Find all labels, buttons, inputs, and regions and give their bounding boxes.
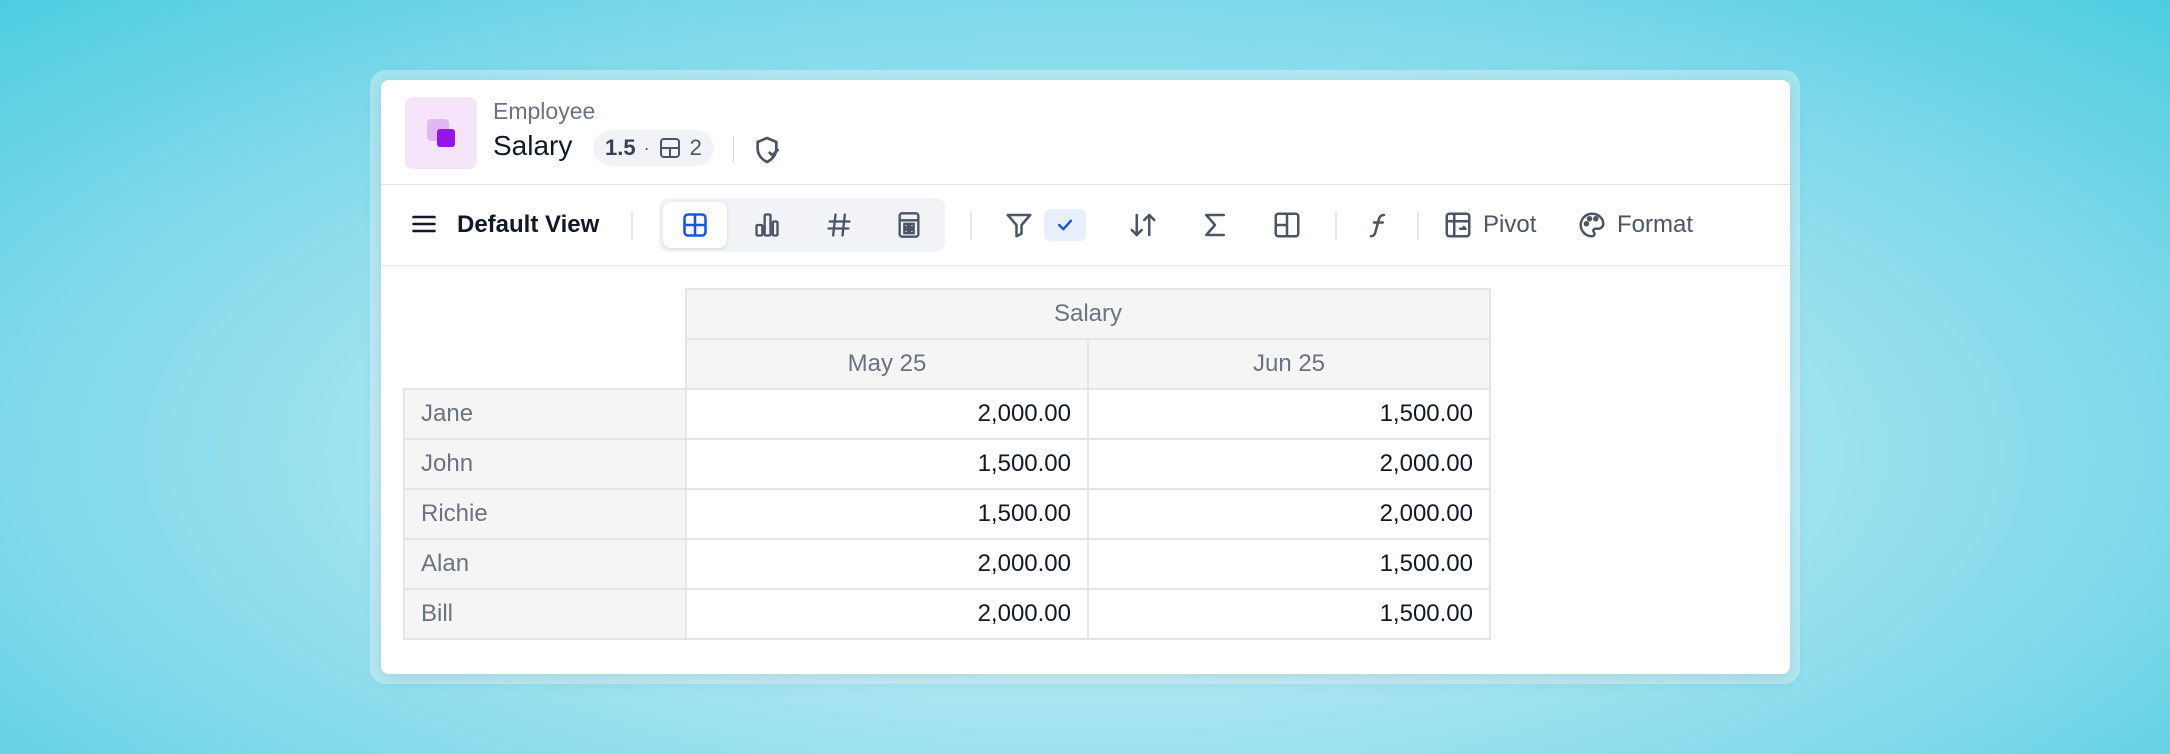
table-cell[interactable]: 1,500.00 — [1087, 588, 1491, 640]
report-card: Employee Salary 1.5 · 2 Default View Piv… — [381, 80, 1790, 674]
bar-chart-icon — [753, 211, 781, 239]
row-header[interactable]: John — [403, 438, 687, 490]
layout-button[interactable] — [1265, 203, 1309, 247]
calculator-icon — [895, 211, 923, 239]
sort-icon — [1128, 210, 1158, 240]
pivot-table-container: Salary May 25 Jun 25 Jane 2,000.00 1,500… — [403, 288, 1491, 640]
column-header[interactable]: May 25 — [685, 338, 1089, 390]
parent-breadcrumb[interactable]: Employee — [493, 98, 595, 125]
report-app-icon — [405, 97, 477, 169]
palette-icon — [1577, 210, 1607, 240]
sigma-icon — [1200, 210, 1230, 240]
page-title: Salary — [493, 130, 573, 161]
header-divider — [733, 136, 734, 162]
layout-icon — [1272, 210, 1302, 240]
toolbar-divider — [970, 212, 972, 240]
table-cell[interactable]: 2,000.00 — [685, 538, 1089, 590]
pivot-label: Pivot — [1483, 211, 1537, 238]
table-row: Richie 1,500.00 2,000.00 — [403, 488, 1491, 540]
row-header[interactable]: Alan — [403, 538, 687, 590]
function-icon — [1364, 210, 1394, 240]
pivot-icon — [1443, 210, 1473, 240]
table-view-button[interactable] — [663, 202, 727, 248]
filter-button[interactable] — [997, 203, 1041, 247]
hash-icon — [825, 211, 853, 239]
table-row: Alan 2,000.00 1,500.00 — [403, 538, 1491, 590]
column-header[interactable]: Jun 25 — [1087, 338, 1491, 390]
table-cell[interactable]: 1,500.00 — [685, 488, 1089, 540]
aggregate-button[interactable] — [1193, 203, 1237, 247]
filter-icon — [1004, 210, 1034, 240]
row-header[interactable]: Bill — [403, 588, 687, 640]
table-cell[interactable]: 2,000.00 — [685, 588, 1089, 640]
table-cell[interactable]: 1,500.00 — [1087, 538, 1491, 590]
formula-button[interactable] — [1357, 203, 1401, 247]
table-header-row: Salary — [404, 288, 1491, 390]
report-header: Employee Salary 1.5 · 2 — [381, 80, 1790, 185]
calc-view-button[interactable] — [877, 202, 941, 248]
view-mode-switcher — [659, 198, 945, 252]
version-number: 1.5 — [605, 135, 636, 160]
pivot-table: Salary May 25 Jun 25 Jane 2,000.00 1,500… — [403, 288, 1491, 640]
table-row: John 1,500.00 2,000.00 — [403, 438, 1491, 490]
table-cell[interactable]: 1,500.00 — [685, 438, 1089, 490]
sort-button[interactable] — [1121, 203, 1165, 247]
table-corner-cell — [404, 289, 687, 390]
table-row: Bill 2,000.00 1,500.00 — [403, 588, 1491, 640]
table-cell[interactable]: 1,500.00 — [1087, 388, 1491, 440]
row-header[interactable]: Jane — [403, 388, 687, 440]
check-icon — [1055, 215, 1075, 235]
hamburger-icon[interactable] — [409, 209, 439, 239]
view-toolbar: Default View Pivot Format — [381, 185, 1790, 266]
view-selector[interactable]: Default View — [457, 205, 599, 245]
table-cell[interactable]: 2,000.00 — [1087, 438, 1491, 490]
toolbar-divider — [1335, 212, 1337, 240]
version-badge[interactable]: 1.5 · 2 — [593, 130, 714, 166]
layout-icon — [658, 136, 682, 160]
format-label: Format — [1617, 211, 1694, 238]
pivot-button[interactable]: Pivot — [1443, 203, 1536, 247]
shield-check-icon[interactable] — [751, 134, 783, 166]
row-header[interactable]: Richie — [403, 488, 687, 540]
format-button[interactable]: Format — [1577, 203, 1693, 247]
table-grid-icon — [681, 211, 709, 239]
separator-dot: · — [643, 137, 650, 158]
table-cell[interactable]: 2,000.00 — [1087, 488, 1491, 540]
number-view-button[interactable] — [807, 202, 871, 248]
table-cell[interactable]: 2,000.00 — [685, 388, 1089, 440]
filter-applied-chip[interactable] — [1044, 209, 1086, 241]
toolbar-divider — [1417, 212, 1419, 240]
toolbar-divider — [631, 212, 633, 240]
column-group-header[interactable]: Salary — [685, 288, 1491, 340]
chart-view-button[interactable] — [735, 202, 799, 248]
table-row: Jane 2,000.00 1,500.00 — [403, 388, 1491, 440]
layout-count: 2 — [689, 135, 702, 160]
